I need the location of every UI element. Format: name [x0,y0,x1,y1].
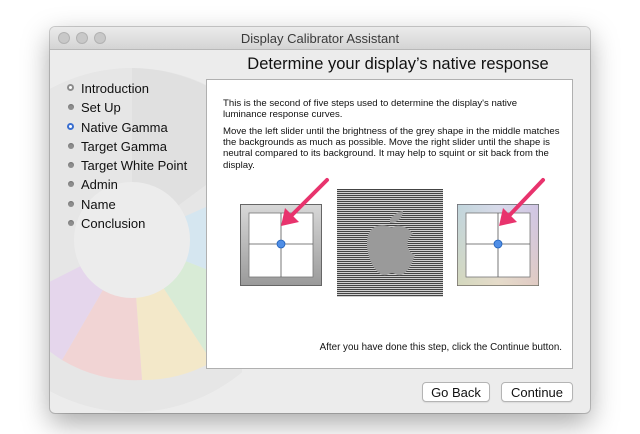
gamma-test-pattern [337,189,443,297]
current-step-icon [67,122,74,130]
step-conclusion[interactable]: Conclusion [64,214,187,233]
step-label: Native Gamma [81,119,168,135]
step-admin[interactable]: Admin [64,175,187,194]
step-label: Introduction [81,81,149,96]
step-dot-icon [68,162,74,169]
step-dot-icon [68,181,74,188]
calibrator-window: Display Calibrator Assistant Introductio… [50,27,590,413]
step-label: Name [81,196,116,212]
completed-step-icon [67,84,74,91]
step-target-gamma[interactable]: Target Gamma [64,137,187,156]
content-panel: This is the second of five steps used to… [206,79,573,369]
continue-hint: After you have done this step, click the… [319,342,562,353]
step-introduction[interactable]: Introduction [64,79,187,98]
step-name[interactable]: Name [64,195,187,214]
steps-list: Introduction Set Up Native Gamma Target … [64,79,187,233]
step-target-white-point[interactable]: Target White Point [64,156,187,175]
step-set-up[interactable]: Set Up [64,98,187,117]
title-bar: Display Calibrator Assistant [50,27,590,50]
instructions-paragraph: Move the left slider until the brightnes… [223,126,560,171]
color-slider-knob[interactable] [493,239,503,249]
step-dot-icon [68,200,74,207]
step-native-gamma[interactable]: Native Gamma [64,118,187,137]
step-label: Target Gamma [81,138,167,154]
step-label: Set Up [81,100,121,116]
step-label: Admin [81,177,118,193]
brightness-slider-knob[interactable] [276,239,286,249]
continue-button[interactable]: Continue [501,382,573,402]
arrow-pointer-icon [499,178,545,226]
step-dot-icon [68,220,74,227]
step-dot-icon [68,104,74,111]
window-title: Display Calibrator Assistant [240,31,400,46]
step-label: Conclusion [81,216,146,232]
page-title: Determine your display’s native response [247,55,549,73]
step-label: Target White Point [81,158,188,174]
go-back-button[interactable]: Go Back [422,382,490,402]
step-dot-icon [68,142,74,149]
intro-paragraph: This is the second of five steps used to… [223,98,518,121]
arrow-pointer-icon [281,178,329,226]
